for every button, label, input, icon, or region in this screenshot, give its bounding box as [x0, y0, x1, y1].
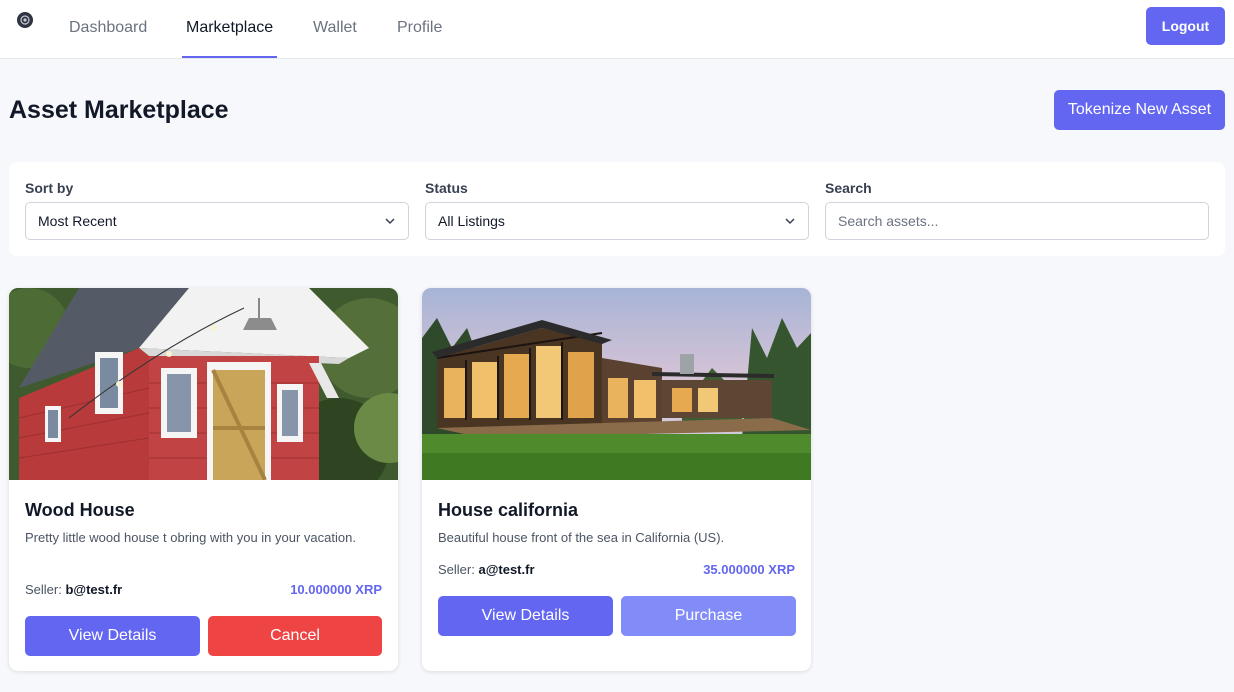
sort-by-value: Most Recent — [38, 213, 117, 229]
active-tab-indicator — [182, 56, 277, 58]
seller-info: Seller: a@test.fr — [438, 562, 535, 577]
sort-by-label: Sort by — [25, 180, 74, 196]
cancel-listing-button[interactable]: Cancel — [208, 616, 382, 656]
chevron-down-icon — [785, 218, 795, 225]
view-details-button[interactable]: View Details — [438, 596, 613, 636]
page-title: Asset Marketplace — [9, 96, 229, 124]
nav-link-dashboard[interactable]: Dashboard — [69, 0, 147, 59]
nav-link-wallet[interactable]: Wallet — [313, 0, 357, 59]
top-navbar: Dashboard Marketplace Wallet Profile Log… — [0, 0, 1234, 59]
filter-panel: Sort by Most Recent Status All Listings … — [9, 162, 1225, 256]
status-select[interactable]: All Listings — [425, 202, 809, 240]
search-input[interactable] — [825, 202, 1209, 240]
chevron-down-icon — [385, 218, 395, 225]
listing-price: 35.000000 XRP — [703, 562, 795, 577]
listing-image — [422, 288, 811, 480]
listing-description: Pretty little wood house t obring with y… — [25, 530, 356, 545]
search-label: Search — [825, 180, 872, 196]
nav-link-marketplace[interactable]: Marketplace — [186, 0, 273, 59]
status-label: Status — [425, 180, 468, 196]
logo-icon[interactable] — [17, 12, 33, 28]
listing-description: Beautiful house front of the sea in Cali… — [438, 530, 725, 545]
seller-email: b@test.fr — [65, 582, 123, 597]
seller-info: Seller: b@test.fr — [25, 582, 122, 597]
nav-link-profile[interactable]: Profile — [397, 0, 442, 59]
listing-title: House california — [438, 500, 579, 520]
listing-image — [9, 288, 398, 480]
listing-card: Wood House Pretty little wood house t ob… — [9, 288, 398, 671]
listing-card: House california Beautiful house front o… — [422, 288, 811, 671]
purchase-button[interactable]: Purchase — [621, 596, 796, 636]
seller-label: Seller: — [438, 562, 475, 577]
seller-label: Seller: — [25, 582, 62, 597]
logout-button[interactable]: Logout — [1146, 7, 1225, 45]
listing-title: Wood House — [25, 500, 135, 520]
listing-price: 10.000000 XRP — [290, 582, 382, 597]
status-value: All Listings — [438, 213, 505, 229]
tokenize-new-asset-button[interactable]: Tokenize New Asset — [1054, 90, 1225, 130]
seller-email: a@test.fr — [478, 562, 535, 577]
sort-by-select[interactable]: Most Recent — [25, 202, 409, 240]
view-details-button[interactable]: View Details — [25, 616, 200, 656]
